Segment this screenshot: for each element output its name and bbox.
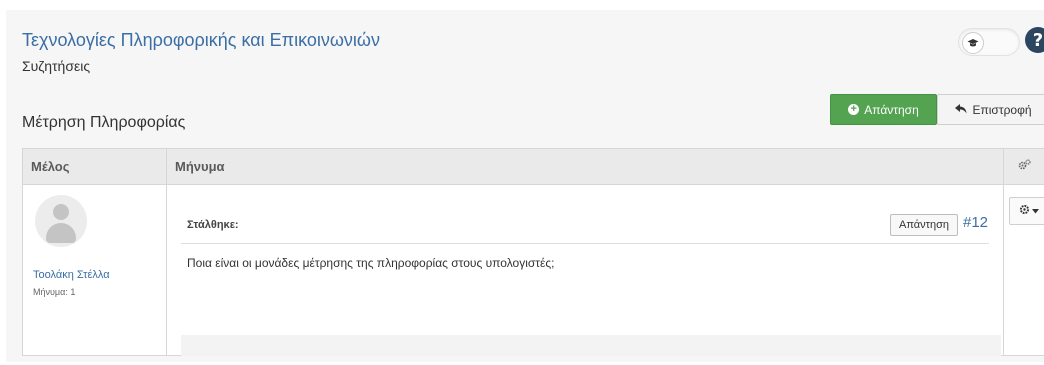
post-body: Ποια είναι οι μονάδες μέτρησης της πληρο… (187, 256, 555, 270)
column-header-message: Μήνυμα (175, 159, 225, 174)
cogs-icon (1018, 159, 1031, 173)
back-button-label: Επιστροφή (972, 102, 1032, 117)
forum-panel: Τεχνολογίες Πληροφορικής και Επικοινωνιώ… (6, 10, 1044, 362)
post-count: Μήνυμα: 1 (33, 287, 76, 297)
column-divider (166, 149, 167, 355)
table-header: Μέλος Μήνυμα (23, 149, 1044, 185)
post-id-link[interactable]: #12 (963, 214, 988, 231)
gear-icon (1019, 204, 1030, 218)
divider (181, 243, 989, 244)
student-view-toggle[interactable] (958, 28, 1020, 56)
avatar-body (46, 223, 76, 243)
reply-button[interactable]: + Απάντηση (830, 94, 937, 125)
reply-arrow-icon (955, 103, 967, 117)
post-author[interactable]: Τοολάκη Στέλλα (33, 269, 110, 281)
avatar-head (53, 204, 69, 220)
post-footer (181, 335, 1001, 356)
column-divider (1003, 149, 1004, 355)
caret-down-icon (1032, 205, 1039, 217)
section-subtitle: Συζητήσεις (22, 58, 91, 74)
help-icon[interactable]: ? (1025, 27, 1044, 53)
posts-table: Μέλος Μήνυμα Τοολάκη Στέλλα Μήνυμα: 1 Στ… (22, 148, 1044, 356)
topic-title: Μέτρηση Πληροφορίας (22, 114, 186, 131)
graduation-cap-icon (962, 32, 984, 54)
avatar (35, 195, 87, 247)
course-title[interactable]: Τεχνολογίες Πληροφορικής και Επικοινωνιώ… (22, 30, 380, 51)
plus-circle-icon: + (848, 104, 860, 115)
reply-button-label: Απάντηση (864, 102, 919, 117)
post-reply-button[interactable]: Απάντηση (890, 214, 958, 236)
sent-label: Στάλθηκε: (187, 219, 239, 231)
back-button[interactable]: Επιστροφή (937, 94, 1044, 125)
post-actions-dropdown[interactable] (1009, 197, 1044, 225)
column-header-member: Μέλος (31, 159, 70, 174)
